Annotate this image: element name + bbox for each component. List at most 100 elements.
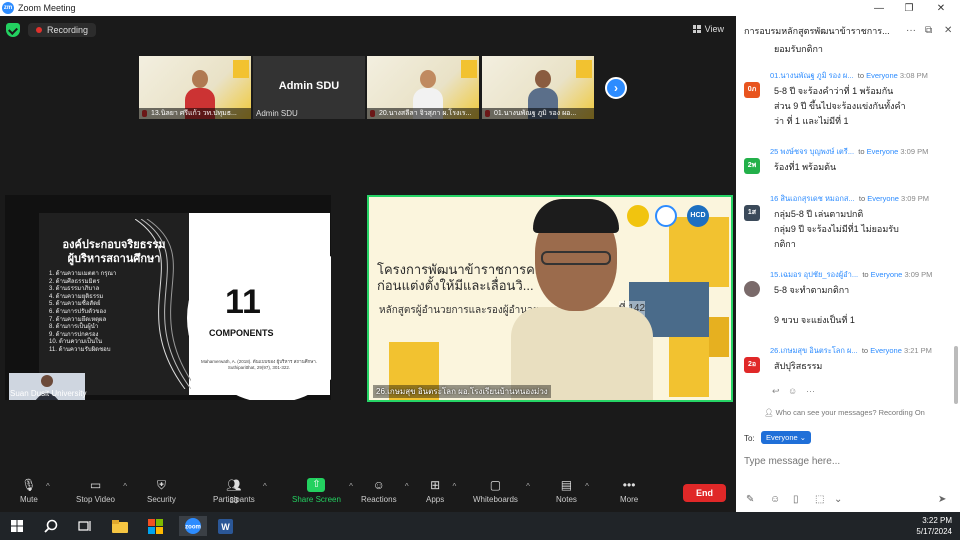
- whiteboards-label: Whiteboards: [473, 495, 518, 504]
- chevron-up-icon[interactable]: ^: [526, 482, 530, 491]
- participant-name: 01.นางนพัณฐ ภูมิ รอง ผอ...: [482, 108, 594, 119]
- more-options-icon[interactable]: ···: [906, 25, 916, 36]
- windows-start-icon[interactable]: [6, 516, 28, 536]
- active-speaker-tile[interactable]: HCD โครงการพัฒนาข้าราชการค... ...ศึกษา ก…: [367, 195, 733, 402]
- message-text: กลุ่ม5-8 ปี เล่นตามปกติ กลุ่ม9 ปี จะร้อง…: [774, 209, 899, 249]
- message-text: ร้องที่1 พร้อมต้น: [774, 162, 837, 172]
- participants-button[interactable]: 👥︎ 33 Participants ^: [213, 478, 267, 505]
- meeting-status: Recording: [6, 23, 97, 37]
- end-meeting-button[interactable]: End: [683, 484, 726, 502]
- minimize-icon[interactable]: —: [864, 0, 894, 16]
- send-icon[interactable]: ➤: [938, 494, 946, 505]
- visibility-notice[interactable]: 👤︎ Who can see your messages? Recording …: [764, 408, 925, 417]
- store-icon[interactable]: [144, 516, 166, 536]
- slide-item-list: 1. ด้านความเมตตา กรุณา 2. ด้านศีลธรรมมิต…: [49, 271, 116, 355]
- chevron-up-icon[interactable]: ^: [452, 482, 456, 491]
- notes-label: Notes: [556, 495, 577, 504]
- message-sender: 16 สินเอกสุรเดช หมอกส...: [770, 194, 855, 203]
- message-to-label: to: [858, 194, 866, 203]
- presentation-slide: องค์ประกอบจริยธรรม ผู้บริหารสถานศึกษา 1.…: [39, 213, 331, 400]
- chevron-up-icon[interactable]: ^: [263, 482, 267, 491]
- recording-indicator[interactable]: Recording: [28, 23, 97, 37]
- reply-icon[interactable]: ↩: [772, 386, 780, 397]
- shared-screen-tile[interactable]: องค์ประกอบจริยธรรม ผู้บริหารสถานศึกษา 1.…: [5, 195, 331, 400]
- chevron-down-icon[interactable]: ⌄: [834, 494, 842, 505]
- apps-button[interactable]: ⊞ Apps ^: [426, 478, 456, 504]
- video-camera-icon: ▭: [89, 478, 102, 492]
- message-text: 5-8 ปี จะร้องคำว่าที่ 1 พร้อมกัน ส่วน 9 …: [774, 86, 906, 126]
- security-label: Security: [147, 495, 176, 504]
- recipient-value: Everyone: [766, 433, 798, 442]
- chevron-up-icon[interactable]: ^: [46, 482, 50, 491]
- security-button[interactable]: ⛨ Security: [147, 478, 176, 504]
- chevron-up-icon[interactable]: ^: [123, 482, 127, 491]
- chat-scrollbar[interactable]: [954, 346, 958, 404]
- close-chat-icon[interactable]: ✕: [944, 25, 952, 36]
- participant-thumbnail[interactable]: 20.นางสลีลา จิวสุภา ผ.โรงเร...: [367, 56, 479, 119]
- screenshot-icon[interactable]: ⬚: [815, 494, 824, 505]
- chevron-up-icon[interactable]: ^: [349, 482, 353, 491]
- emoji-icon[interactable]: ☺: [770, 494, 780, 505]
- message-recipient: Everyone: [867, 194, 899, 203]
- format-icon[interactable]: ✎: [746, 494, 754, 505]
- window-title: Zoom Meeting: [18, 3, 76, 13]
- notes-button[interactable]: ▤ Notes ^: [556, 478, 589, 504]
- chevron-up-icon[interactable]: ^: [585, 482, 589, 491]
- message-input[interactable]: [744, 452, 952, 470]
- message-time: 3:09 PM: [904, 270, 933, 279]
- share-screen-label: Share Screen: [292, 495, 341, 504]
- more-dots-icon: •••: [622, 478, 636, 492]
- more-label: More: [620, 495, 639, 504]
- share-screen-button[interactable]: ⇧ Share Screen ^: [292, 478, 353, 504]
- view-button[interactable]: View: [692, 24, 724, 34]
- file-icon[interactable]: ▯: [793, 494, 799, 505]
- message-time: 3:08 PM: [899, 71, 928, 80]
- presenter-name: Suan Dusit University: [10, 389, 87, 398]
- encryption-shield-icon[interactable]: [6, 23, 20, 37]
- slide-item: 11. ด้านความรับผิดชอบ: [49, 346, 111, 353]
- more-button[interactable]: ••• More: [620, 478, 638, 504]
- file-explorer-icon[interactable]: [109, 516, 131, 536]
- participant-name: Admin SDU: [256, 109, 298, 118]
- message-text: 5-8 จะทำตามกติกา 9 ขวบ จะแย่งเป็นที่ 1: [774, 285, 855, 325]
- task-view-icon[interactable]: [74, 516, 96, 536]
- speaker-slide-title-2: ก่อนแต่งตั้งให้มีและเลื่อนวิ...: [377, 278, 534, 293]
- word-app-icon[interactable]: W: [214, 516, 236, 536]
- participant-thumbnail[interactable]: 01.นางนพัณฐ ภูมิ รอง ผอ...: [482, 56, 594, 119]
- search-icon[interactable]: [40, 516, 62, 536]
- zoom-app-icon[interactable]: zoom: [179, 516, 207, 536]
- people-icon: 👤︎: [764, 408, 776, 417]
- microphone-icon: 🎙︎: [21, 478, 37, 492]
- message-recipient: Everyone: [870, 270, 903, 279]
- apps-icon: ⊞: [430, 478, 441, 492]
- restore-icon[interactable]: ❐: [894, 0, 924, 16]
- participant-thumbnail[interactable]: Admin SDU Admin SDU: [253, 56, 365, 119]
- slide-components-label: COMPONENTS: [209, 328, 274, 338]
- security-shield-icon: ⛨: [156, 478, 166, 492]
- whiteboards-button[interactable]: ▢ Whiteboards ^: [473, 478, 530, 504]
- message-sender: 15.เฉมอร อุปชัย_รองผู้อำ...: [770, 270, 859, 279]
- video-stage: Recording View 13.นิลยา ศรีแก้ว วท.ปทุมธ…: [0, 16, 736, 474]
- clock-date: 5/17/2024: [916, 527, 952, 536]
- recipient-select[interactable]: Everyone ⌄: [761, 431, 812, 444]
- emoji-reaction-icon[interactable]: ☺: [788, 386, 797, 396]
- close-window-icon[interactable]: ✕: [926, 0, 956, 16]
- participant-thumbnail[interactable]: 13.นิลยา ศรีแก้ว วท.ปทุมธ...: [139, 56, 251, 119]
- message-to-label: to: [858, 147, 865, 156]
- message-time: 3:21 PM: [903, 346, 932, 355]
- more-actions-icon[interactable]: ···: [806, 386, 815, 396]
- visibility-notice-text: Who can see your messages? Recording On: [775, 408, 925, 417]
- mute-button[interactable]: 🎙︎ Mute ^: [20, 478, 50, 504]
- pop-out-icon[interactable]: ⧉: [925, 25, 932, 36]
- next-page-arrow-icon[interactable]: ›: [605, 77, 627, 99]
- chevron-up-icon[interactable]: ^: [405, 482, 409, 491]
- message-recipient: Everyone: [866, 71, 898, 80]
- message-to-label: to: [862, 270, 869, 279]
- reactions-button[interactable]: ☺ Reactions ^: [361, 478, 409, 504]
- message-time: 3:09 PM: [900, 147, 929, 156]
- mute-label: Mute: [20, 495, 38, 504]
- stop-video-button[interactable]: ▭ Stop Video ^: [76, 478, 127, 504]
- taskbar: zoom W 3:22 PM 5/17/2024: [0, 512, 960, 540]
- reactions-label: Reactions: [361, 495, 397, 504]
- system-clock[interactable]: 3:22 PM 5/17/2024: [916, 515, 952, 537]
